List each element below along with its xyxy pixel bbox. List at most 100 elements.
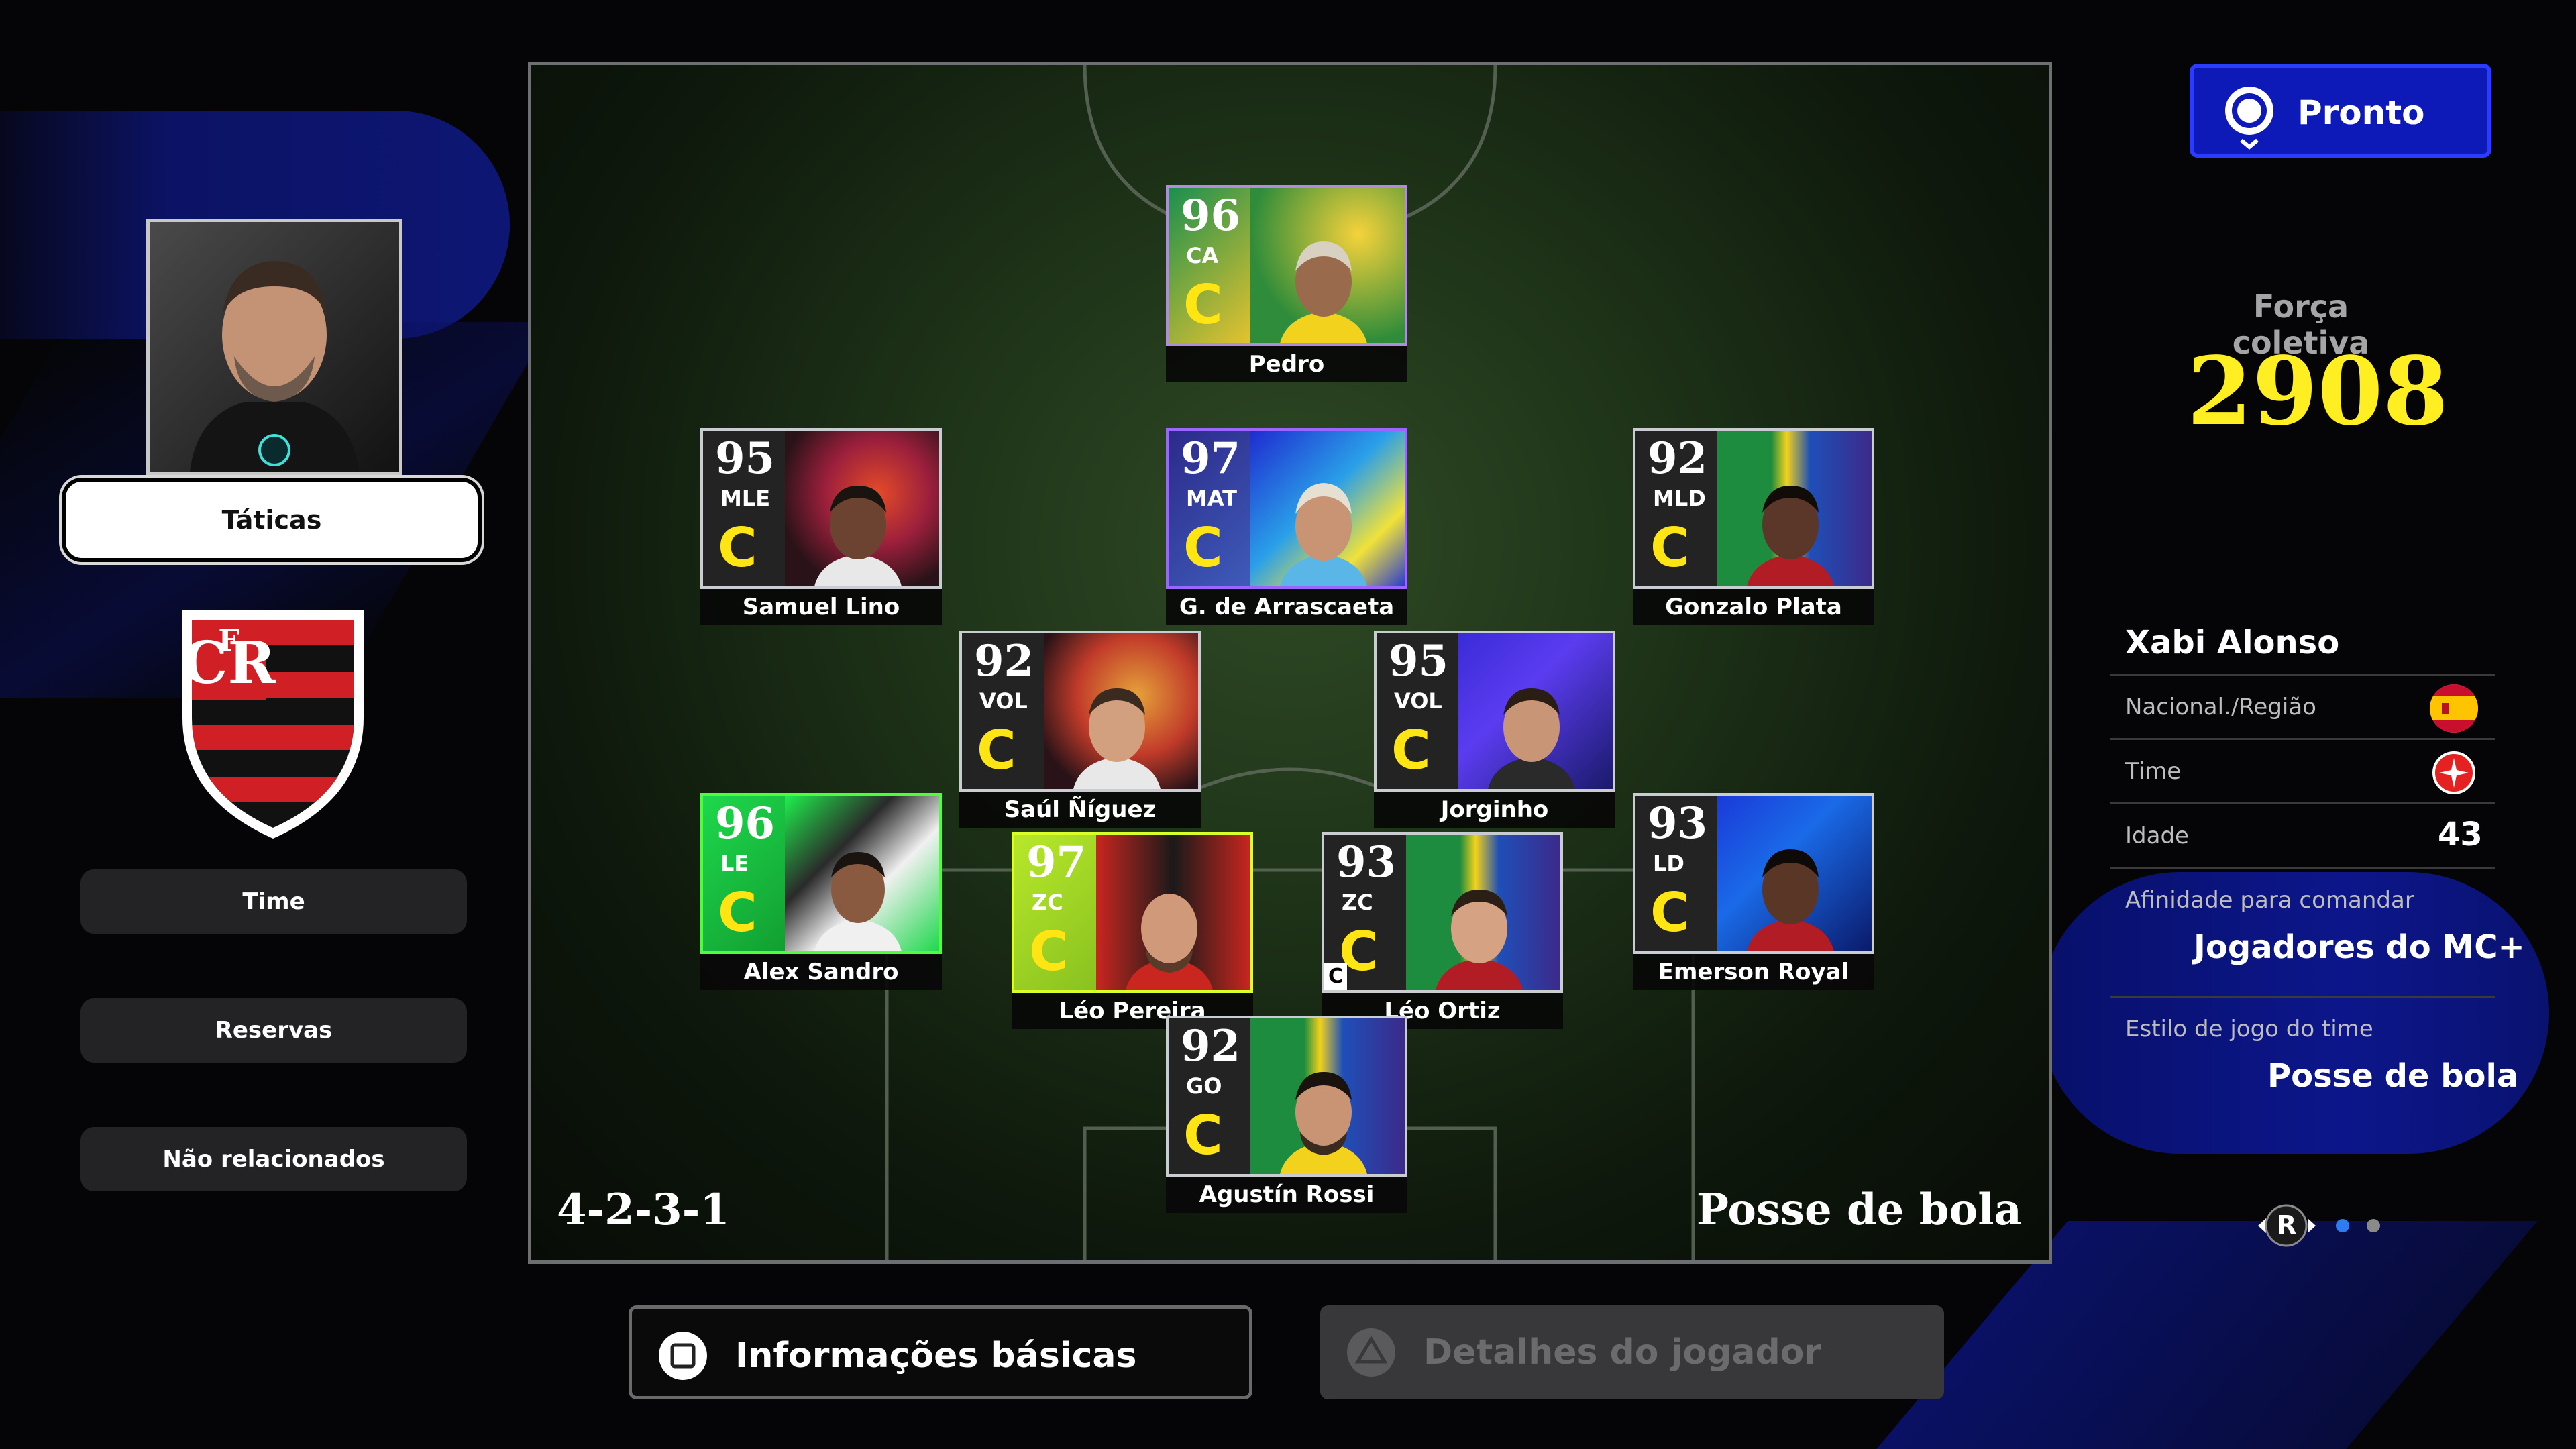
captain-badge: C <box>1324 963 1347 990</box>
player-card[interactable]: 92 MLD C <box>1633 428 1874 589</box>
player-position: CA <box>1186 243 1219 268</box>
player-rating: 92 <box>1648 433 1708 484</box>
player-portrait-icon <box>814 486 902 586</box>
player-slot-alex-sandro[interactable]: 96 LE C Alex Sandro <box>700 793 942 990</box>
player-portrait-icon <box>1280 483 1367 586</box>
player-rating: 93 <box>1648 798 1708 849</box>
player-details-button[interactable]: Detalhes do jogador <box>1320 1305 1944 1399</box>
player-condition: C <box>718 517 757 579</box>
team-crest-icon <box>2430 749 2478 797</box>
player-condition: C <box>1391 719 1431 782</box>
square-button-icon <box>659 1332 707 1380</box>
player-portrait-icon <box>1747 486 1834 586</box>
team-style-label: Estilo de jogo do time <box>2125 1016 2373 1042</box>
team-style-value: Posse de bola <box>2267 1057 2519 1095</box>
team-label: Time <box>2125 758 2182 785</box>
player-position: MLD <box>1653 486 1706 511</box>
player-name: G. de Arrascaeta <box>1166 589 1407 625</box>
player-card[interactable]: 96 LE C <box>700 793 942 954</box>
player-position: MAT <box>1186 486 1237 511</box>
player-card[interactable]: 92 GO C <box>1166 1016 1407 1177</box>
player-portrait-icon <box>1126 894 1213 990</box>
player-details-label: Detalhes do jogador <box>1424 1332 1822 1373</box>
r-button-label: R <box>2277 1210 2297 1240</box>
player-card[interactable]: 95 MLE C <box>700 428 942 589</box>
flamengo-crest-icon: CR F <box>176 604 370 848</box>
player-card[interactable]: 93 LD C <box>1633 793 1874 954</box>
team-style-label: Posse de bola <box>1696 1185 2022 1235</box>
player-rating: 92 <box>1181 1021 1241 1071</box>
player-slot-samuel-lino[interactable]: 95 MLE C Samuel Lino <box>700 428 942 625</box>
circle-button-icon <box>2225 87 2273 150</box>
basic-info-button[interactable]: Informações básicas <box>629 1305 1252 1399</box>
team-button[interactable]: Time <box>80 869 467 934</box>
player-name: Saúl Ñíguez <box>959 792 1201 828</box>
player-rating: 96 <box>1181 191 1241 241</box>
page-indicator[interactable]: R <box>2254 1202 2388 1252</box>
player-portrait-icon <box>814 852 902 951</box>
player-card[interactable]: 95 VOL C <box>1374 631 1615 792</box>
tactics-button[interactable]: Táticas <box>66 482 478 558</box>
divider <box>2110 996 2496 998</box>
ready-button[interactable]: Pronto <box>2190 64 2491 158</box>
basic-info-label: Informações básicas <box>735 1336 1137 1376</box>
player-position: GO <box>1186 1073 1222 1099</box>
player-slot-leo-pereira[interactable]: 97 ZC C Léo Pereira <box>1012 832 1253 1029</box>
player-rating: 96 <box>715 798 775 849</box>
player-rating: 93 <box>1336 837 1397 888</box>
player-card[interactable]: 97 MAT C <box>1166 428 1407 589</box>
player-slot-gonzalo-plata[interactable]: 92 MLD C Gonzalo Plata <box>1633 428 1874 625</box>
player-card[interactable]: 97 ZC C <box>1012 832 1253 993</box>
player-position: VOL <box>1394 688 1442 714</box>
player-position: ZC <box>1342 890 1373 915</box>
player-name: Alex Sandro <box>700 954 942 990</box>
player-slot-emerson-royal[interactable]: 93 LD C Emerson Royal <box>1633 793 1874 990</box>
player-slot-leo-ortiz[interactable]: 93 ZC C C Léo Ortiz <box>1322 832 1563 1029</box>
nationality-label: Nacional./Região <box>2125 694 2316 720</box>
player-position: ZC <box>1032 890 1063 915</box>
player-card[interactable]: 93 ZC C C <box>1322 832 1563 993</box>
player-position: VOL <box>979 688 1028 714</box>
coach-photo[interactable] <box>146 219 402 475</box>
player-card[interactable]: 96 CA C <box>1166 185 1407 346</box>
player-condition: C <box>1029 920 1069 983</box>
player-rating: 97 <box>1026 837 1087 888</box>
player-slot-pedro[interactable]: 96 CA C Pedro <box>1166 185 1407 382</box>
formation-label: 4-2-3-1 <box>557 1185 730 1235</box>
triangle-button-icon <box>1347 1328 1395 1377</box>
player-slot-agustin-rossi[interactable]: 92 GO C Agustín Rossi <box>1166 1016 1407 1213</box>
player-rating: 92 <box>974 636 1034 686</box>
divider <box>2110 867 2496 869</box>
player-portrait-icon <box>1747 849 1834 951</box>
player-position: LE <box>720 851 749 876</box>
player-portrait-icon <box>1073 688 1161 789</box>
player-condition: C <box>718 881 757 944</box>
ready-label: Pronto <box>2298 93 2425 132</box>
not-listed-button[interactable]: Não relacionados <box>80 1127 467 1191</box>
coach-name: Xabi Alonso <box>2125 624 2340 661</box>
player-name: Gonzalo Plata <box>1633 589 1874 625</box>
player-slot-arrascaeta[interactable]: 97 MAT C G. de Arrascaeta <box>1166 428 1407 625</box>
player-portrait-icon <box>1436 890 1523 990</box>
reserves-button[interactable]: Reservas <box>80 998 467 1063</box>
affinity-value: Jogadores do MC+ <box>2194 928 2525 966</box>
affinity-label: Afinidade para comandar <box>2125 887 2414 914</box>
player-portrait-icon <box>1488 688 1575 789</box>
player-name: Agustín Rossi <box>1166 1177 1407 1213</box>
player-rating: 95 <box>715 433 775 484</box>
svg-text:F: F <box>218 624 239 658</box>
player-condition: C <box>1183 274 1223 336</box>
player-name: Pedro <box>1166 346 1407 382</box>
player-slot-saul-niguez[interactable]: 92 VOL C Saúl Ñíguez <box>959 631 1201 828</box>
age-label: Idade <box>2125 822 2189 849</box>
player-condition: C <box>977 719 1016 782</box>
divider <box>2110 802 2496 804</box>
player-condition: C <box>1183 1104 1223 1167</box>
player-name: Emerson Royal <box>1633 954 1874 990</box>
player-name: Samuel Lino <box>700 589 942 625</box>
player-card[interactable]: 92 VOL C <box>959 631 1201 792</box>
player-position: MLE <box>720 486 771 511</box>
player-slot-jorginho[interactable]: 95 VOL C Jorginho <box>1374 631 1615 828</box>
player-rating: 97 <box>1181 433 1241 484</box>
player-condition: C <box>1183 517 1223 579</box>
